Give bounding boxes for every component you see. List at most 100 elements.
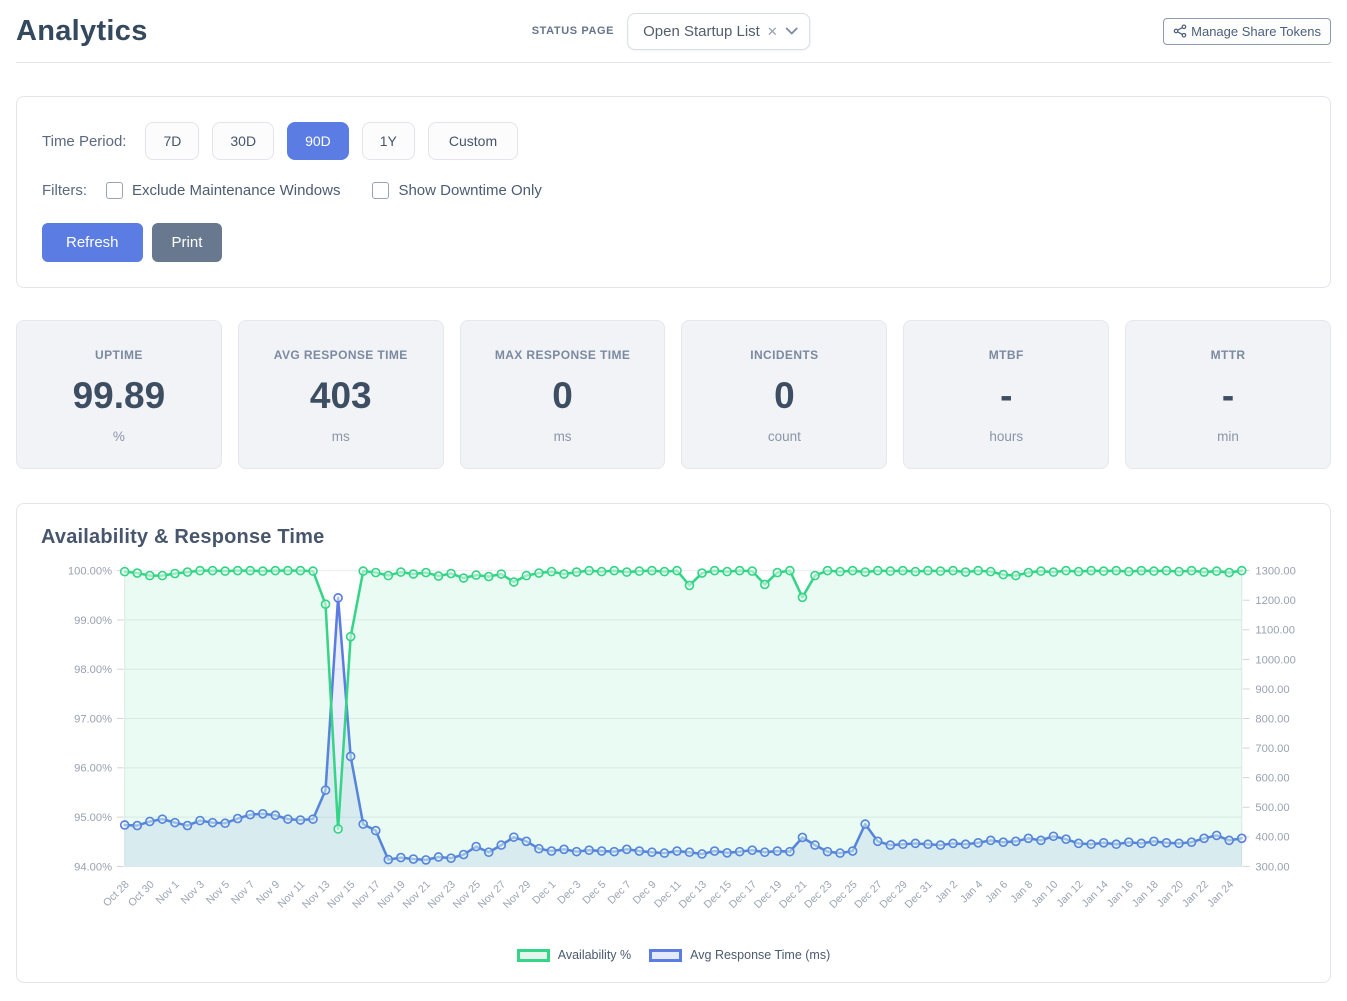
svg-text:96.00%: 96.00% bbox=[74, 763, 112, 775]
exclude-maintenance-checkbox[interactable] bbox=[106, 182, 123, 199]
svg-text:Jan 6: Jan 6 bbox=[983, 879, 1010, 906]
print-button[interactable]: Print bbox=[152, 223, 223, 262]
stat-card-avg-response: AVG RESPONSE TIME 403 ms bbox=[238, 320, 444, 469]
stat-label: MTBF bbox=[912, 348, 1100, 362]
analytics-page: Analytics STATUS PAGE Open Startup List … bbox=[0, 0, 1347, 1001]
svg-text:Dec 7: Dec 7 bbox=[606, 879, 634, 907]
svg-text:99.00%: 99.00% bbox=[74, 615, 112, 627]
manage-share-tokens-label: Manage Share Tokens bbox=[1191, 24, 1321, 39]
time-period-row: Time Period: 7D 30D 90D 1Y Custom bbox=[42, 122, 1305, 160]
svg-text:Dec 5: Dec 5 bbox=[580, 879, 608, 907]
svg-text:Jan 24: Jan 24 bbox=[1205, 879, 1236, 910]
status-page-dropdown[interactable]: Open Startup List ✕ bbox=[627, 13, 810, 50]
legend-item-response-time: Avg Response Time (ms) bbox=[649, 948, 830, 962]
svg-text:Jan 18: Jan 18 bbox=[1130, 879, 1161, 910]
svg-text:Dec 1: Dec 1 bbox=[530, 879, 558, 907]
period-button-custom[interactable]: Custom bbox=[428, 122, 518, 160]
header-divider bbox=[16, 62, 1331, 63]
stat-card-mttr: MTTR - min bbox=[1125, 320, 1331, 469]
chart-title: Availability & Response Time bbox=[41, 526, 1306, 549]
status-page-label: STATUS PAGE bbox=[532, 25, 614, 37]
actions-row: Refresh Print bbox=[42, 223, 1305, 262]
svg-text:1200.00: 1200.00 bbox=[1255, 595, 1295, 607]
response-time-swatch bbox=[649, 949, 682, 962]
svg-text:1300.00: 1300.00 bbox=[1255, 566, 1295, 578]
svg-text:98.00%: 98.00% bbox=[74, 664, 112, 676]
svg-text:Jan 10: Jan 10 bbox=[1029, 879, 1060, 910]
period-button-30d[interactable]: 30D bbox=[212, 122, 274, 160]
stat-card-incidents: INCIDENTS 0 count bbox=[681, 320, 887, 469]
stat-label: MTTR bbox=[1134, 348, 1322, 362]
svg-text:800.00: 800.00 bbox=[1255, 713, 1289, 725]
svg-text:Jan 20: Jan 20 bbox=[1155, 879, 1186, 910]
stat-value: - bbox=[912, 375, 1100, 417]
clear-selection-icon[interactable]: ✕ bbox=[767, 25, 778, 38]
show-downtime-checkbox[interactable] bbox=[372, 182, 389, 199]
period-button-7d[interactable]: 7D bbox=[145, 122, 199, 160]
svg-text:Jan 16: Jan 16 bbox=[1105, 879, 1136, 910]
svg-text:400.00: 400.00 bbox=[1255, 832, 1289, 844]
period-button-1y[interactable]: 1Y bbox=[362, 122, 415, 160]
svg-text:Nov 1: Nov 1 bbox=[154, 879, 182, 907]
stat-label: MAX RESPONSE TIME bbox=[469, 348, 657, 362]
stat-value: - bbox=[1134, 375, 1322, 417]
svg-text:Oct 28: Oct 28 bbox=[101, 879, 132, 910]
availability-swatch bbox=[517, 949, 550, 962]
svg-text:Oct 30: Oct 30 bbox=[126, 879, 157, 910]
svg-text:Nov 7: Nov 7 bbox=[229, 879, 257, 907]
svg-text:1000.00: 1000.00 bbox=[1255, 654, 1295, 666]
stat-label: UPTIME bbox=[25, 348, 213, 362]
manage-share-tokens-button[interactable]: Manage Share Tokens bbox=[1163, 18, 1331, 45]
stat-unit: ms bbox=[469, 429, 657, 444]
exclude-maintenance-checkbox-item: Exclude Maintenance Windows bbox=[106, 182, 340, 199]
svg-text:700.00: 700.00 bbox=[1255, 743, 1289, 755]
status-page-selector: STATUS PAGE Open Startup List ✕ bbox=[532, 13, 810, 50]
page-title: Analytics bbox=[16, 15, 148, 48]
svg-text:Dec 3: Dec 3 bbox=[555, 879, 583, 907]
stat-value: 99.89 bbox=[25, 375, 213, 417]
availability-response-chart[interactable]: 100.00% 99.00% 98.00% 97.00% 96.00% 95.00% 94.… bbox=[41, 557, 1306, 946]
share-icon bbox=[1173, 24, 1187, 38]
stat-unit: count bbox=[690, 429, 878, 444]
stat-card-uptime: UPTIME 99.89 % bbox=[16, 320, 222, 469]
svg-text:900.00: 900.00 bbox=[1255, 684, 1289, 696]
stat-card-max-response: MAX RESPONSE TIME 0 ms bbox=[460, 320, 666, 469]
svg-text:97.00%: 97.00% bbox=[74, 713, 112, 725]
svg-text:300.00: 300.00 bbox=[1255, 861, 1289, 873]
svg-text:500.00: 500.00 bbox=[1255, 802, 1289, 814]
status-page-value: Open Startup List bbox=[643, 23, 760, 40]
svg-text:100.00%: 100.00% bbox=[68, 566, 112, 578]
svg-text:Jan 22: Jan 22 bbox=[1180, 879, 1211, 910]
stat-card-mtbf: MTBF - hours bbox=[903, 320, 1109, 469]
svg-text:95.00%: 95.00% bbox=[74, 812, 112, 824]
stat-unit: min bbox=[1134, 429, 1322, 444]
svg-text:Nov 5: Nov 5 bbox=[204, 879, 232, 907]
stat-label: INCIDENTS bbox=[690, 348, 878, 362]
svg-text:Jan 12: Jan 12 bbox=[1054, 879, 1085, 910]
svg-text:Jan 14: Jan 14 bbox=[1080, 879, 1111, 910]
chart-legend: Availability % Avg Response Time (ms) bbox=[41, 946, 1306, 972]
period-button-90d[interactable]: 90D bbox=[287, 122, 349, 160]
chart-panel: Availability & Response Time 100.00% 99.0… bbox=[16, 503, 1331, 983]
refresh-button[interactable]: Refresh bbox=[42, 223, 143, 262]
show-downtime-checkbox-item: Show Downtime Only bbox=[372, 182, 541, 199]
stats-row: UPTIME 99.89 % AVG RESPONSE TIME 403 ms … bbox=[16, 320, 1331, 469]
legend-label: Avg Response Time (ms) bbox=[690, 948, 830, 962]
svg-text:Nov 3: Nov 3 bbox=[179, 879, 207, 907]
filters-row: Filters: Exclude Maintenance Windows Sho… bbox=[42, 182, 1305, 199]
svg-text:Nov 29: Nov 29 bbox=[501, 879, 533, 911]
stat-label: AVG RESPONSE TIME bbox=[247, 348, 435, 362]
svg-text:Jan 2: Jan 2 bbox=[933, 879, 960, 906]
svg-text:94.00%: 94.00% bbox=[74, 861, 112, 873]
time-period-label: Time Period: bbox=[42, 133, 126, 150]
legend-label: Availability % bbox=[558, 948, 631, 962]
stat-unit: hours bbox=[912, 429, 1100, 444]
page-header: Analytics STATUS PAGE Open Startup List … bbox=[16, 0, 1331, 62]
exclude-maintenance-label: Exclude Maintenance Windows bbox=[132, 182, 340, 199]
stat-value: 0 bbox=[690, 375, 878, 417]
stat-value: 0 bbox=[469, 375, 657, 417]
legend-item-availability: Availability % bbox=[517, 948, 631, 962]
stat-value: 403 bbox=[247, 375, 435, 417]
filters-label: Filters: bbox=[42, 182, 87, 199]
svg-text:Jan 4: Jan 4 bbox=[958, 879, 985, 906]
